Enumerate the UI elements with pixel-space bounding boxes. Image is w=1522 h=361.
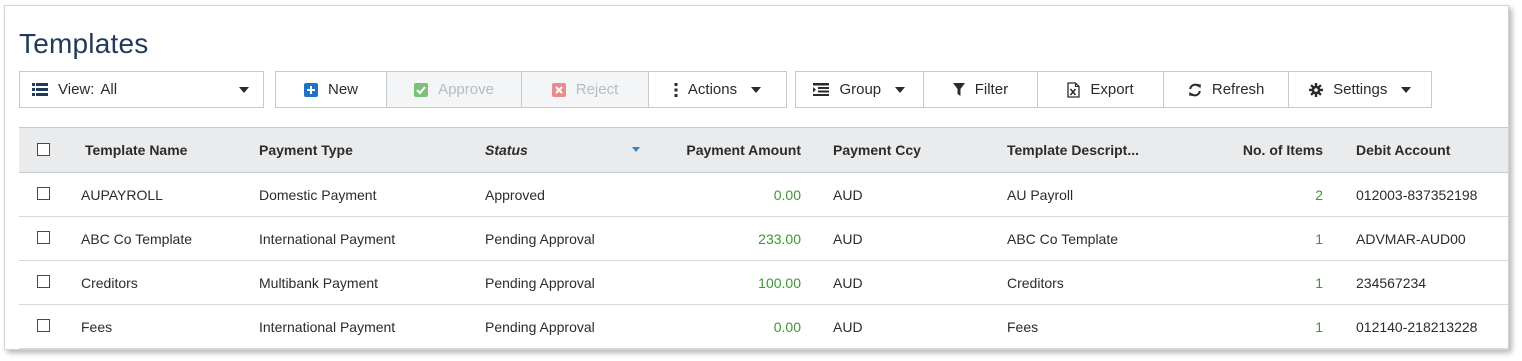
x-square-icon — [551, 82, 566, 97]
status-cell: Pending Approval — [485, 274, 595, 291]
table-header: Template Name Payment Type Status Paymen… — [19, 128, 1508, 173]
page-title: Templates — [19, 28, 149, 59]
actions-label: Actions — [687, 81, 738, 98]
template-description-cell: Fees — [1007, 318, 1039, 335]
refresh-button[interactable]: Refresh — [1164, 72, 1290, 107]
payment-ccy-cell: AUD — [833, 230, 863, 247]
approve-label: Approve — [438, 81, 494, 98]
actions-button[interactable]: Actions — [649, 72, 786, 107]
column-header-status[interactable]: Status — [485, 142, 528, 158]
payment-type-cell: Multibank Payment — [259, 274, 379, 291]
reject-button[interactable]: Reject — [522, 72, 649, 107]
settings-label: Settings — [1333, 81, 1388, 98]
payment-ccy-cell: AUD — [833, 186, 863, 203]
new-label: New — [327, 81, 358, 98]
template-description-cell: ABC Co Template — [1007, 230, 1119, 247]
template-name-cell[interactable]: Creditors — [81, 275, 138, 291]
payment-type-cell: International Payment — [259, 318, 396, 335]
row-checkbox[interactable] — [37, 231, 50, 244]
no-of-items-cell: 1 — [1315, 230, 1323, 247]
refresh-icon — [1188, 83, 1202, 97]
approve-button[interactable]: Approve — [387, 72, 522, 107]
template-name-cell[interactable]: AUPAYROLL — [81, 187, 163, 203]
column-header-template-description[interactable]: Template Descript... — [1007, 142, 1139, 158]
column-header-no-of-items[interactable]: No. of Items — [1243, 142, 1323, 158]
column-header-debit-account[interactable]: Debit Account — [1356, 142, 1450, 158]
filter-label: Filter — [974, 81, 1009, 98]
template-description-cell: Creditors — [1007, 274, 1064, 291]
table-row[interactable]: AUPAYROLL Domestic Payment Approved 0.00… — [19, 173, 1508, 217]
new-button[interactable]: New — [276, 72, 387, 107]
debit-account-cell: 012003-837352198 — [1356, 186, 1478, 203]
payment-type-cell: Domestic Payment — [259, 186, 377, 203]
funnel-icon — [952, 83, 965, 96]
payment-type-cell: International Payment — [259, 230, 396, 247]
payment-amount-cell: 0.00 — [773, 318, 801, 335]
row-checkbox[interactable] — [37, 275, 50, 288]
select-all-checkbox[interactable] — [37, 143, 50, 156]
gear-icon — [1309, 82, 1324, 97]
view-label: View: — [58, 81, 95, 98]
payment-amount-cell: 100.00 — [758, 274, 801, 291]
templates-table: Template Name Payment Type Status Paymen… — [19, 127, 1508, 349]
column-header-payment-amount[interactable]: Payment Amount — [686, 142, 801, 158]
template-name-cell[interactable]: Fees — [81, 319, 112, 335]
action-toolbar: New Approve Reject Actions — [275, 71, 787, 108]
debit-account-cell: ADVMAR-AUD00 — [1356, 230, 1466, 247]
check-square-icon — [414, 82, 429, 97]
status-cell: Approved — [485, 186, 545, 203]
chevron-down-icon — [751, 86, 762, 93]
row-checkbox[interactable] — [37, 187, 50, 200]
table-row[interactable]: Fees International Payment Pending Appro… — [19, 305, 1508, 349]
payment-ccy-cell: AUD — [833, 274, 863, 291]
group-button[interactable]: Group — [796, 72, 924, 107]
debit-account-cell: 234567234 — [1356, 274, 1427, 291]
templates-panel: Templates View: All New Approve Reject A… — [4, 5, 1509, 350]
export-label: Export — [1090, 81, 1134, 98]
chevron-down-icon — [1401, 86, 1412, 93]
no-of-items-cell: 1 — [1315, 274, 1323, 291]
column-header-payment-ccy[interactable]: Payment Ccy — [833, 142, 921, 158]
template-description-cell: AU Payroll — [1007, 186, 1074, 203]
reject-label: Reject — [575, 81, 619, 98]
view-select[interactable]: View: All — [19, 71, 264, 108]
list-icon — [32, 83, 48, 96]
plus-square-icon — [303, 82, 318, 97]
group-list-icon — [813, 83, 830, 96]
row-checkbox[interactable] — [37, 319, 50, 332]
chevron-down-icon — [895, 86, 906, 93]
column-header-payment-type[interactable]: Payment Type — [259, 142, 353, 158]
view-toolbar: Group Filter Export Refresh Settings — [795, 71, 1432, 108]
export-button[interactable]: Export — [1038, 72, 1164, 107]
no-of-items-cell: 1 — [1315, 318, 1323, 335]
group-label: Group — [839, 81, 882, 98]
table-row[interactable]: Creditors Multibank Payment Pending Appr… — [19, 261, 1508, 305]
payment-ccy-cell: AUD — [833, 318, 863, 335]
settings-button[interactable]: Settings — [1289, 72, 1431, 107]
chevron-down-icon — [239, 87, 249, 93]
no-of-items-cell: 2 — [1315, 186, 1323, 203]
table-body: AUPAYROLL Domestic Payment Approved 0.00… — [19, 173, 1508, 349]
vertical-dots-icon — [674, 82, 678, 97]
excel-file-icon — [1067, 81, 1081, 98]
payment-amount-cell: 233.00 — [758, 230, 801, 247]
filter-button[interactable]: Filter — [924, 72, 1039, 107]
template-name-cell[interactable]: ABC Co Template — [81, 231, 192, 247]
refresh-label: Refresh — [1211, 81, 1265, 98]
payment-amount-cell: 0.00 — [773, 186, 801, 203]
column-header-template-name[interactable]: Template Name — [85, 142, 187, 158]
table-row[interactable]: ABC Co Template International Payment Pe… — [19, 217, 1508, 261]
status-cell: Pending Approval — [485, 230, 595, 247]
status-cell: Pending Approval — [485, 318, 595, 335]
sort-indicator-icon — [632, 147, 640, 152]
view-value: All — [100, 81, 118, 98]
debit-account-cell: 012140-218213228 — [1356, 318, 1478, 335]
